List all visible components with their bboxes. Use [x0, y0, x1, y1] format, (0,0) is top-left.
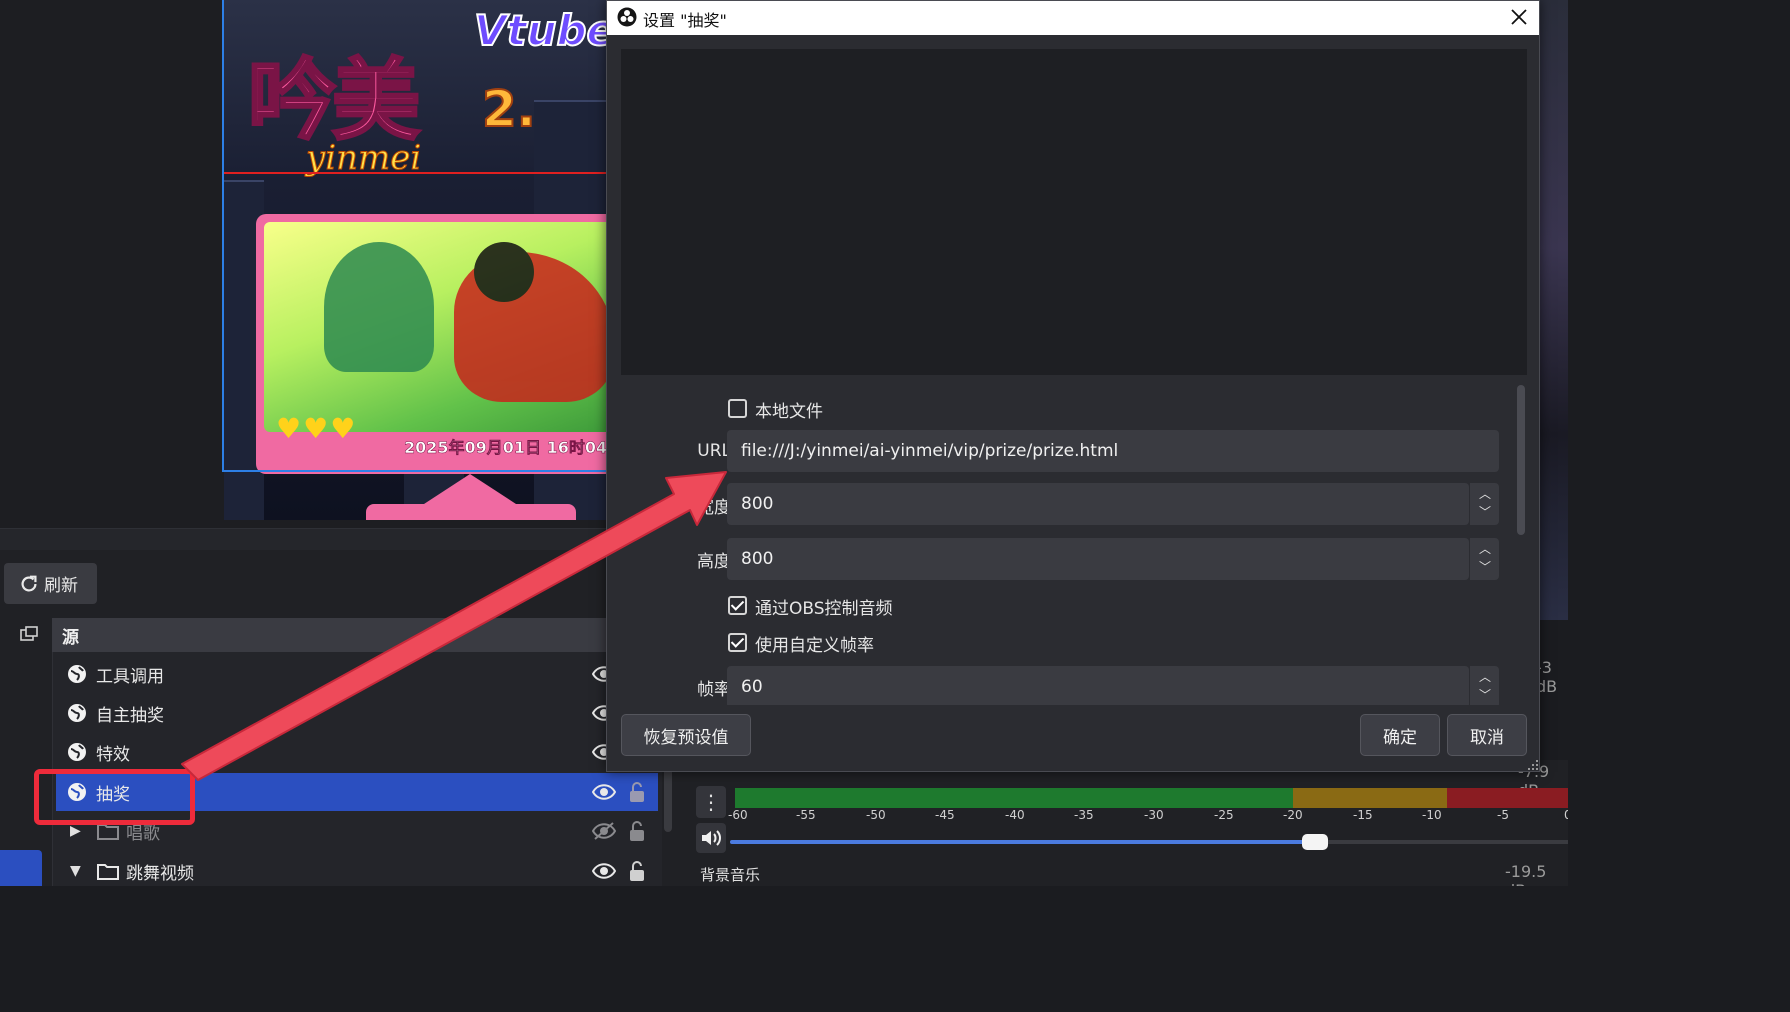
source-item[interactable]: 自主抽奖: [56, 694, 658, 732]
custom-fps-label: 使用自定义帧率: [755, 636, 874, 656]
restore-defaults-button[interactable]: 恢复预设值: [621, 714, 751, 756]
eye-icon[interactable]: [592, 783, 616, 801]
volume-meter: [735, 788, 1568, 808]
eye-hidden-icon[interactable]: [592, 822, 616, 840]
chevron-up-icon[interactable]: ︿: [1479, 485, 1491, 502]
meter-tick: -35: [1074, 808, 1094, 822]
url-input[interactable]: file:///J:/yinmei/ai-yinmei/vip/prize/pr…: [727, 430, 1499, 472]
source-properties-dialog: 设置 "抽奖" 本地文件 URL file:///J:/yinmei/ai-yi…: [606, 0, 1540, 772]
browser-globe-icon: [68, 665, 86, 683]
folder-icon: [97, 864, 119, 880]
meter-tick: -10: [1422, 808, 1442, 822]
eye-icon[interactable]: [592, 862, 616, 880]
meter-tick: -20: [1283, 808, 1303, 822]
speaker-icon: [702, 830, 721, 846]
dialog-titlebar[interactable]: 设置 "抽奖": [607, 1, 1539, 35]
volume-slider-handle[interactable]: [1302, 834, 1328, 850]
meter-tick: 0: [1564, 808, 1568, 822]
obs-audio-label: 通过OBS控制音频: [755, 599, 893, 619]
caret-right-icon[interactable]: ▶: [70, 823, 81, 839]
mixer-partial-db: -3 dB: [1536, 658, 1558, 696]
source-item[interactable]: 特效: [56, 733, 658, 771]
browser-source-preview: [621, 49, 1527, 375]
undock-icon[interactable]: [18, 624, 40, 646]
browser-globe-icon: [68, 743, 86, 761]
properties-list: 本地文件 URL file:///J:/yinmei/ai-yinmei/vip…: [621, 379, 1527, 705]
url-label: URL: [697, 441, 731, 461]
monitor-stand: [424, 474, 516, 504]
meter-tick: -45: [935, 808, 955, 822]
meter-tick: -25: [1214, 808, 1234, 822]
dock-tab[interactable]: [0, 850, 42, 886]
chevron-down-icon[interactable]: ﹀: [1479, 686, 1491, 703]
unlock-icon[interactable]: [627, 820, 647, 842]
sources-title: 源: [52, 618, 606, 652]
source-item[interactable]: 工具调用: [56, 655, 658, 693]
close-icon[interactable]: [1507, 5, 1531, 29]
local-file-checkbox[interactable]: [728, 399, 747, 418]
annotation-highlight-box: [34, 769, 195, 825]
chevron-up-icon[interactable]: ︿: [1479, 668, 1491, 685]
source-selection-box[interactable]: [222, 0, 608, 472]
width-input[interactable]: 800: [727, 483, 1469, 525]
mixer-track-volume: -19.5 dB: [1505, 862, 1547, 886]
browser-globe-icon: [68, 704, 86, 722]
height-input[interactable]: 800: [727, 538, 1469, 580]
properties-scrollbar[interactable]: [1517, 385, 1525, 535]
source-label: 跳舞视频: [126, 863, 194, 884]
meter-tick: -30: [1144, 808, 1164, 822]
dock-divider[interactable]: [0, 528, 606, 550]
meter-tick: -50: [866, 808, 886, 822]
fps-input[interactable]: 60: [727, 666, 1469, 705]
mixer-menu-button[interactable]: ⋮: [696, 786, 726, 818]
height-label: 高度: [697, 552, 731, 572]
refresh-icon: [21, 575, 37, 592]
refresh-button[interactable]: 刷新: [4, 563, 97, 604]
unlock-icon[interactable]: [627, 781, 647, 803]
obs-logo-icon: [617, 7, 637, 27]
meter-ticks: -60 -55 -50 -45 -40 -35 -30 -25 -20 -15 …: [726, 808, 1568, 826]
chevron-down-icon[interactable]: ﹀: [1479, 558, 1491, 575]
meter-tick: -55: [796, 808, 816, 822]
cancel-button[interactable]: 取消: [1447, 714, 1527, 756]
monitor-base: [366, 504, 576, 520]
volume-slider-track[interactable]: [1310, 840, 1568, 844]
ok-button[interactable]: 确定: [1360, 714, 1440, 756]
meter-tick: -5: [1497, 808, 1509, 822]
source-group[interactable]: ▼ 跳舞视频: [56, 852, 658, 886]
chevron-up-icon[interactable]: ︿: [1479, 540, 1491, 557]
source-label: 工具调用: [96, 666, 164, 687]
resize-grip-icon[interactable]: [1527, 759, 1539, 771]
fps-spinner[interactable]: ︿ ﹀: [1469, 666, 1499, 705]
refresh-label: 刷新: [44, 576, 78, 596]
volume-slider-fill[interactable]: [730, 840, 1310, 844]
fps-label: 帧率: [697, 680, 731, 700]
caret-down-icon[interactable]: ▼: [70, 863, 81, 879]
obs-audio-checkbox[interactable]: [728, 596, 747, 615]
meter-tick: -15: [1353, 808, 1373, 822]
mixer-track-name: 背景音乐: [700, 866, 761, 884]
dialog-title: 设置 "抽奖": [643, 11, 727, 30]
height-spinner[interactable]: ︿ ﹀: [1469, 538, 1499, 580]
unlock-icon[interactable]: [627, 860, 647, 882]
preview-right-edge: [1540, 0, 1568, 620]
guide-line: [224, 172, 606, 174]
width-label: 宽度: [697, 498, 731, 518]
meter-tick: -60: [728, 808, 748, 822]
chevron-down-icon[interactable]: ﹀: [1479, 503, 1491, 520]
mute-button[interactable]: [696, 823, 726, 853]
source-label: 自主抽奖: [96, 705, 164, 726]
width-spinner[interactable]: ︿ ﹀: [1469, 483, 1499, 525]
custom-fps-checkbox[interactable]: [728, 633, 747, 652]
local-file-label: 本地文件: [755, 402, 823, 422]
meter-tick: -40: [1005, 808, 1025, 822]
source-label: 特效: [96, 744, 130, 765]
